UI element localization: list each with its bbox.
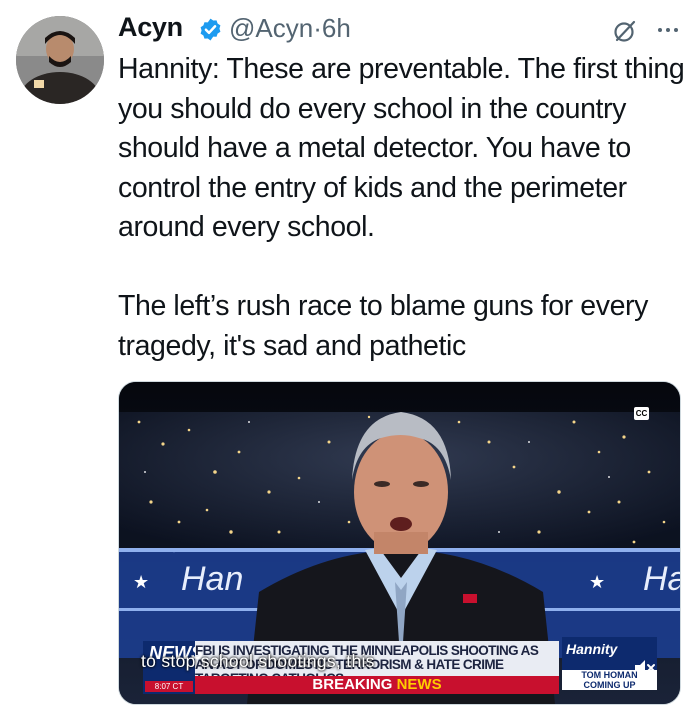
- news-label: NEWS: [396, 676, 442, 693]
- breaking-label: BREAKING: [312, 676, 393, 693]
- author-name[interactable]: Acyn: [118, 12, 183, 43]
- clock-label: 8:07 CT: [145, 681, 193, 692]
- desk-label-left: Han: [181, 560, 244, 598]
- author-handle[interactable]: @Acyn: [229, 13, 313, 43]
- author-handle-and-time: @Acyn·6h: [229, 13, 351, 44]
- grok-icon[interactable]: [612, 18, 638, 44]
- promo-logo: Hannity: [566, 641, 618, 657]
- verified-badge-icon: [200, 18, 221, 41]
- tweet-paragraph-1: Hannity: These are preventable. The firs…: [118, 53, 692, 243]
- tweet-body: Hannity: These are preventable. The firs…: [118, 50, 686, 366]
- tweet-paragraph-2: The left’s rush race to blame guns for e…: [118, 290, 656, 362]
- dot-separator: ·: [313, 13, 322, 43]
- tweet-header: Acyn @Acyn·6h: [118, 12, 680, 48]
- svg-text:★: ★: [589, 572, 605, 593]
- closed-captions-icon[interactable]: CC: [634, 407, 649, 420]
- avatar-image: [16, 16, 104, 104]
- desk-label-right: Ha: [643, 560, 680, 598]
- breaking-news-bar: BREAKING NEWS: [195, 676, 559, 694]
- mute-icon[interactable]: [632, 657, 656, 679]
- svg-text:★: ★: [133, 572, 149, 593]
- video-player[interactable]: ★ ★ CC Han Ha NEWS 8:07 CT FBI is invest…: [118, 381, 681, 705]
- video-caption: to stop school shootings, this: [141, 651, 375, 671]
- post-time[interactable]: 6h: [322, 13, 351, 43]
- more-options-icon[interactable]: [656, 18, 680, 42]
- author-avatar[interactable]: [16, 16, 104, 104]
